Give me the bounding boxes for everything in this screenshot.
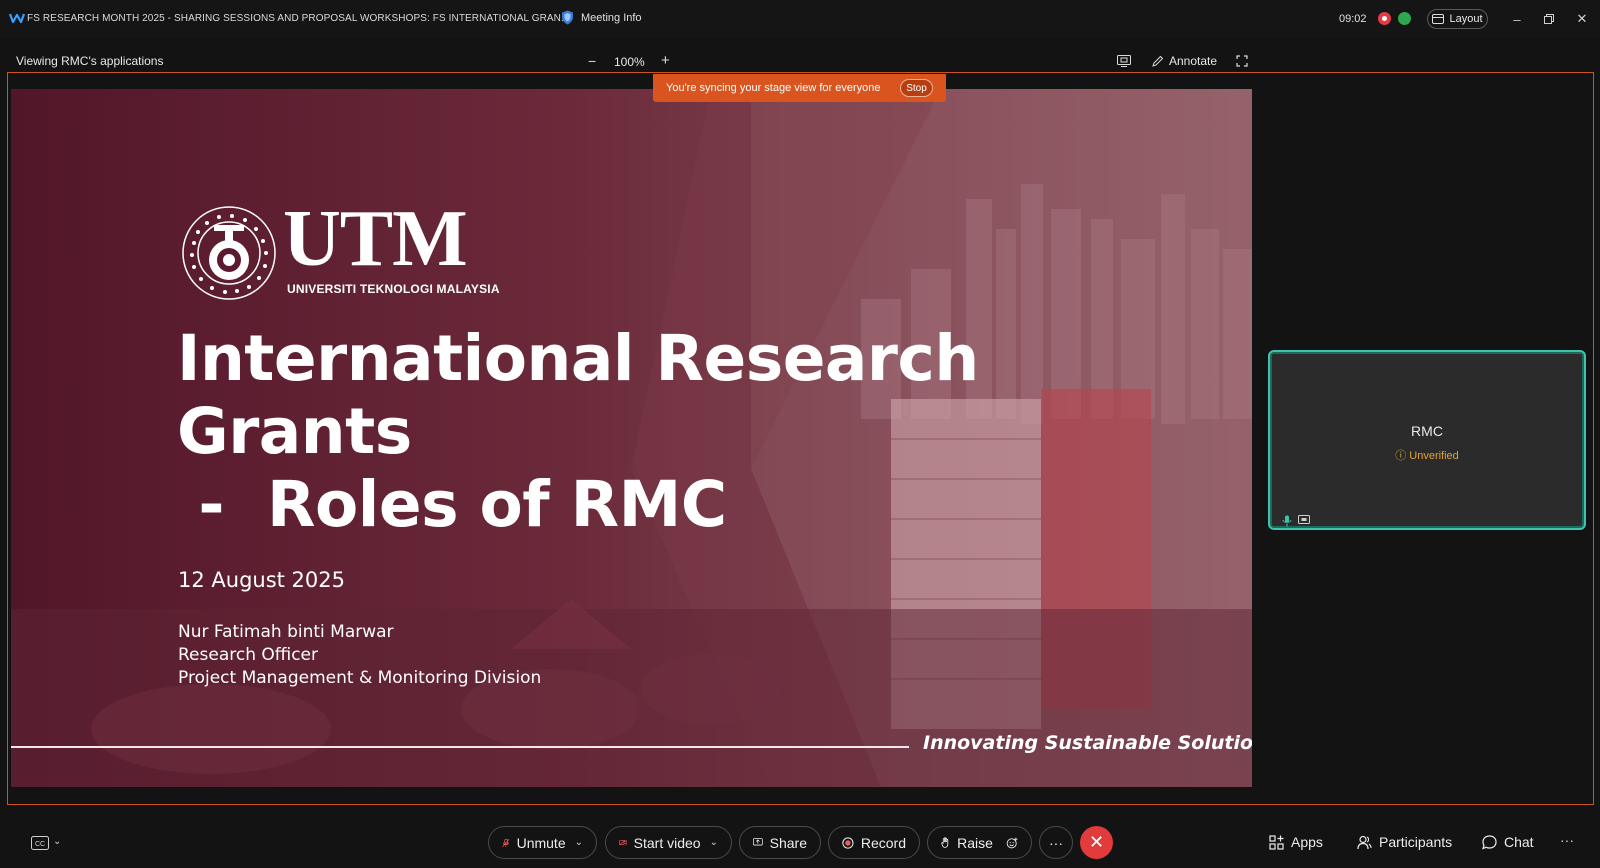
apps-button[interactable]: Apps [1269,834,1323,850]
layout-icon [1432,14,1445,24]
unmute-chevron-icon[interactable]: ⌄ [575,837,583,848]
warning-icon: ⓘ [1395,450,1407,462]
zoom-level: 100% [614,55,645,69]
captions-chevron-icon[interactable]: ⌄ [53,836,61,847]
minimize-icon[interactable]: – [1509,11,1525,27]
sync-stage-banner: You're syncing your stage view for every… [653,74,946,102]
share-label: Share [769,834,807,851]
captions-icon[interactable]: CC [31,836,49,850]
share-button[interactable]: Share [739,826,821,859]
restore-icon[interactable] [1541,11,1557,27]
participant-status: ⓘ Unverified [1270,447,1584,463]
record-button[interactable]: Record [828,826,920,859]
reactions-icon[interactable] [1006,835,1018,851]
overflow-menu-button[interactable]: ··· [1560,832,1574,848]
presenter-block: Nur Fatimah binti Marwar Research Office… [178,621,541,690]
record-icon [842,836,854,849]
fullscreen-icon[interactable] [1236,55,1248,67]
utm-subtitle: UNIVERSITI TEKNOLOGI MALAYSIA [287,282,500,296]
annotate-button[interactable]: Annotate [1152,54,1217,68]
viewing-label: Viewing RMC's applications [16,54,164,68]
unmute-button[interactable]: Unmute ⌄ [488,826,597,859]
slide-tagline: Innovating Sustainable Solutions [923,732,1252,754]
participant-tile[interactable]: RMC ⓘ Unverified [1268,350,1586,530]
layout-button[interactable]: Layout [1427,9,1488,29]
raise-hand-button[interactable]: Raise [927,826,1032,859]
presenter-role: Research Officer [178,645,318,665]
muted-microphone-icon [502,838,510,847]
presenter-division: Project Management & Monitoring Division [178,668,542,688]
shared-slide: UTM UNIVERSITI TEKNOLOGI MALAYSIA Intern… [11,89,1252,787]
annotate-label: Annotate [1169,54,1218,68]
chat-icon [1482,834,1497,850]
more-options-label: ··· [1049,834,1063,851]
slide-title: International Research Grants - Roles of… [177,322,979,541]
participants-button[interactable]: Participants [1357,834,1452,850]
participants-icon [1357,835,1372,849]
meeting-clock: 09:02 [1339,13,1367,25]
start-video-label: Start video [633,834,701,851]
slide-title-line-3: - Roles of RMC [177,468,727,541]
participant-name: RMC [1411,423,1443,439]
apps-icon [1269,834,1284,850]
layout-label: Layout [1449,13,1483,25]
webex-logo-icon [9,13,25,24]
meeting-info-button[interactable]: Meeting Info [561,10,642,25]
window-title: FS RESEARCH MONTH 2025 - SHARING SESSION… [27,13,570,24]
presenter-name: Nur Fatimah binti Marwar [178,622,394,642]
zoom-in-button[interactable]: + [661,52,670,69]
title-bar: FS RESEARCH MONTH 2025 - SHARING SESSION… [0,0,1600,38]
slide-date: 12 August 2025 [178,568,346,592]
video-off-icon [619,839,627,846]
apps-label: Apps [1291,834,1323,850]
slide-title-line-2: Grants [177,395,412,468]
shield-icon [562,10,573,25]
microphone-icon [1282,515,1292,527]
chat-label: Chat [1504,834,1534,850]
utm-wordmark: UTM [283,195,468,283]
slide-title-line-1: International Research [177,322,979,395]
ai-assistant-icon[interactable] [1398,12,1411,25]
start-video-chevron-icon[interactable]: ⌄ [710,837,718,848]
utm-emblem-icon [182,206,276,300]
raise-label: Raise [957,834,993,851]
close-icon: ✕ [1088,832,1105,852]
recording-indicator-icon[interactable] [1378,12,1391,25]
unmute-label: Unmute [516,834,566,851]
sync-banner-message: You're syncing your stage view for every… [666,82,881,94]
raise-hand-icon [941,837,949,848]
more-options-button[interactable]: ··· [1039,826,1073,859]
record-label: Record [860,834,906,851]
screen-share-icon [1298,515,1310,524]
leave-meeting-button[interactable]: ✕ [1080,826,1113,859]
participants-label: Participants [1379,834,1453,850]
chat-button[interactable]: Chat [1482,834,1534,850]
screen-view-icon[interactable] [1117,55,1131,67]
svg-text:CC: CC [35,841,45,848]
zoom-out-button[interactable]: − [588,53,596,69]
close-window-icon[interactable]: ✕ [1574,11,1590,27]
stop-sync-button[interactable]: Stop [900,79,933,97]
start-video-button[interactable]: Start video ⌄ [605,826,732,859]
meeting-info-label: Meeting Info [581,11,642,24]
pen-icon [1152,55,1164,67]
participant-status-label: Unverified [1409,450,1459,462]
share-icon [753,838,763,846]
slide-footer-line [11,746,909,748]
